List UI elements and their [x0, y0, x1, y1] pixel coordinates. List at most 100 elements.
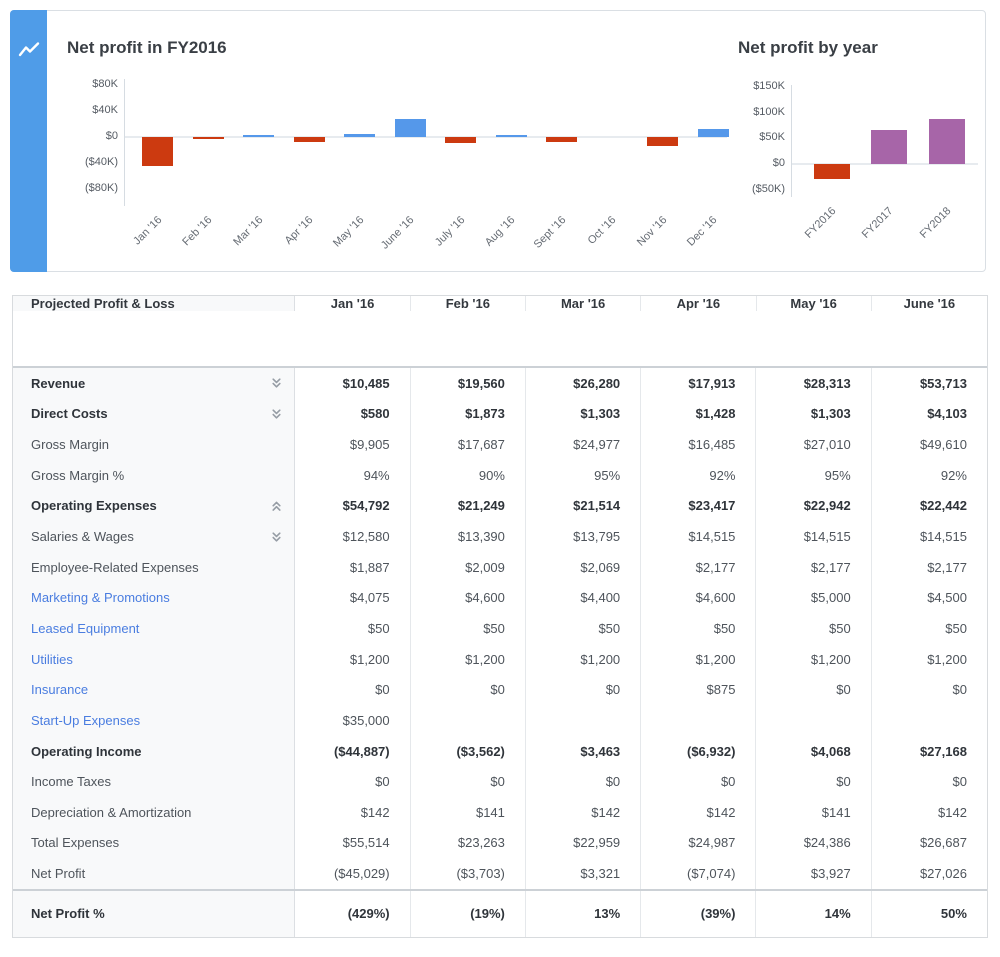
table-row-revenue: Revenue$10,485$19,560$26,280$17,913$28,3… — [13, 368, 987, 399]
cell-value — [872, 705, 987, 736]
cell-value: $24,977 — [526, 429, 641, 460]
cell-value: $50 — [295, 613, 410, 644]
table-title: Projected Profit & Loss — [13, 296, 295, 311]
cell-value: $2,177 — [756, 552, 871, 583]
cell-value: $4,103 — [872, 399, 987, 430]
cell-value: $3,321 — [526, 858, 641, 889]
bar-nov-16 — [647, 137, 678, 146]
row-label: Depreciation & Amortization — [31, 805, 191, 820]
bar-aug-16 — [496, 135, 527, 137]
row-label-cell: Marketing & Promotions — [13, 582, 295, 613]
cell-value: $26,687 — [872, 828, 987, 859]
cell-value: $35,000 — [295, 705, 410, 736]
table-body: Revenue$10,485$19,560$26,280$17,913$28,3… — [13, 366, 987, 889]
cell-value: $2,069 — [526, 552, 641, 583]
cell-value: $24,386 — [756, 828, 871, 859]
cell-value: $24,987 — [641, 828, 756, 859]
monthly-chart-title: Net profit in FY2016 — [67, 38, 227, 58]
y-tick-label: ($80K) — [54, 182, 118, 194]
chevron-double-down-icon[interactable] — [271, 408, 282, 420]
y-tick-label: $50K — [721, 131, 785, 143]
cell-value: $1,873 — [411, 399, 526, 430]
cell-value: $0 — [872, 766, 987, 797]
x-tick-label: FY2016 — [780, 205, 838, 263]
bar-jan-16 — [142, 137, 173, 166]
cell-value: $21,249 — [411, 491, 526, 522]
x-tick-label: Feb '16 — [157, 214, 215, 272]
cell-value: 95% — [756, 460, 871, 491]
cell-value: $0 — [411, 766, 526, 797]
cell-value: 90% — [411, 460, 526, 491]
bar-may-16 — [344, 134, 375, 137]
row-label: Revenue — [31, 376, 85, 391]
row-label[interactable]: Leased Equipment — [31, 621, 139, 636]
cell-value: $4,600 — [641, 582, 756, 613]
cell-value: $2,177 — [872, 552, 987, 583]
row-label: Operating Expenses — [31, 498, 157, 513]
column-header-may-16: May '16 — [757, 296, 872, 311]
row-label: Gross Margin — [31, 437, 109, 452]
cell-value: $4,600 — [411, 582, 526, 613]
row-label[interactable]: Utilities — [31, 652, 73, 667]
row-label[interactable]: Insurance — [31, 682, 88, 697]
row-label[interactable]: Start-Up Expenses — [31, 713, 140, 728]
cell-value: $3,927 — [756, 858, 871, 889]
row-label-cell: Income Taxes — [13, 766, 295, 797]
table-row-gross-margin: Gross Margin %94%90%95%92%95%92% — [13, 460, 987, 491]
x-tick-label: Jan '16 — [106, 214, 164, 272]
chevron-double-down-icon[interactable] — [271, 377, 282, 389]
cell-value: $50 — [872, 613, 987, 644]
cell-value: $1,887 — [295, 552, 410, 583]
cell-value: $142 — [526, 797, 641, 828]
cell-value: $49,610 — [872, 429, 987, 460]
row-label: Direct Costs — [31, 406, 108, 421]
cell-value: $0 — [641, 766, 756, 797]
table-row-utilities: Utilities$1,200$1,200$1,200$1,200$1,200$… — [13, 644, 987, 675]
row-label: Net Profit — [31, 866, 85, 881]
bar-mar-16 — [243, 135, 274, 137]
table-row-leased-equipment: Leased Equipment$50$50$50$50$50$50 — [13, 613, 987, 644]
cell-value: $50 — [641, 613, 756, 644]
x-tick-label: Mar '16 — [207, 214, 265, 272]
cell-value — [756, 705, 871, 736]
cell-value: $2,009 — [411, 552, 526, 583]
cell-value: $141 — [756, 797, 871, 828]
cell-value: $0 — [411, 674, 526, 705]
row-label: Gross Margin % — [31, 468, 124, 483]
cell-value: $12,580 — [295, 521, 410, 552]
cell-value: $54,792 — [295, 491, 410, 522]
cell-value: $0 — [526, 674, 641, 705]
table-row-operating-expenses: Operating Expenses$54,792$21,249$21,514$… — [13, 491, 987, 522]
row-label: Total Expenses — [31, 835, 119, 850]
cell-value: $55,514 — [295, 828, 410, 859]
cell-value — [641, 705, 756, 736]
cell-value: 95% — [526, 460, 641, 491]
chevron-double-up-icon[interactable] — [271, 500, 282, 512]
cell-value: $0 — [872, 674, 987, 705]
cell-value: $1,200 — [872, 644, 987, 675]
chevron-double-down-icon[interactable] — [271, 531, 282, 543]
row-label: Operating Income — [31, 744, 142, 759]
column-header-june-16: June '16 — [872, 296, 987, 311]
cell-value: $22,959 — [526, 828, 641, 859]
cell-value: 92% — [641, 460, 756, 491]
x-tick-label: Nov '16 — [611, 214, 669, 272]
bar-june-16 — [395, 119, 426, 137]
chart-panel-tab[interactable] — [10, 10, 47, 272]
cell-value: ($45,029) — [295, 858, 410, 889]
cell-value: $27,026 — [872, 858, 987, 889]
row-label-cell: Revenue — [13, 368, 295, 399]
bar-sept-16 — [546, 137, 577, 142]
cell-value: $13,795 — [526, 521, 641, 552]
table-footer: Net Profit %(429%)(19%)13%(39%)14%50% — [13, 889, 987, 937]
cell-value: ($7,074) — [641, 858, 756, 889]
column-header-feb-16: Feb '16 — [411, 296, 526, 311]
row-label[interactable]: Marketing & Promotions — [31, 590, 170, 605]
cell-value: $875 — [641, 674, 756, 705]
net-profit-charts-card: Net profit in FY2016 Net profit by year … — [10, 10, 986, 272]
table-row-insurance: Insurance$0$0$0$875$0$0 — [13, 674, 987, 705]
bar-july-16 — [445, 137, 476, 143]
row-label-cell: Employee-Related Expenses — [13, 552, 295, 583]
x-tick-label: May '16 — [308, 214, 366, 272]
table-header: Projected Profit & Loss Jan '16Feb '16Ma… — [13, 296, 987, 366]
